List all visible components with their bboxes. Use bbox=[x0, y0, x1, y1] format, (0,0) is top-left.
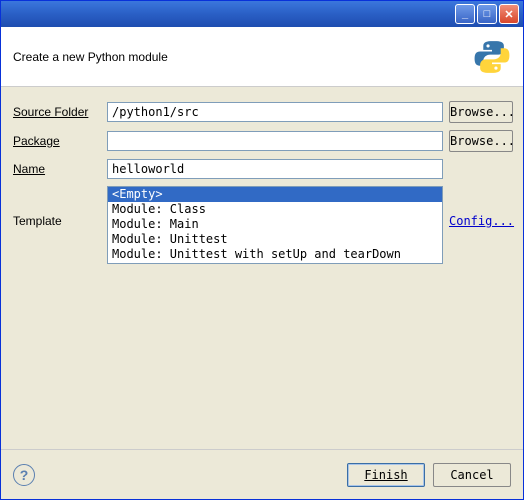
template-label: Template bbox=[13, 186, 107, 228]
package-input[interactable] bbox=[107, 131, 443, 151]
dialog-footer: ? Finish Cancel bbox=[1, 449, 523, 499]
template-item[interactable]: Module: Class bbox=[108, 202, 442, 217]
package-row: Package Browse... bbox=[13, 130, 513, 152]
dialog-subtitle: Create a new Python module bbox=[13, 50, 168, 64]
config-link[interactable]: Config... bbox=[449, 186, 513, 228]
maximize-button[interactable]: □ bbox=[477, 4, 497, 24]
source-folder-label: Source Folder bbox=[13, 105, 107, 119]
finish-button[interactable]: Finish bbox=[347, 463, 425, 487]
titlebar: _ □ ✕ bbox=[1, 1, 523, 27]
source-folder-input[interactable] bbox=[107, 102, 443, 122]
name-label: Name bbox=[13, 162, 107, 176]
source-folder-row: Source Folder Browse... bbox=[13, 101, 513, 123]
form-area: Source Folder Browse... Package Browse..… bbox=[1, 87, 523, 449]
package-label: Package bbox=[13, 134, 107, 148]
name-input[interactable] bbox=[107, 159, 443, 179]
template-item[interactable]: Module: Main bbox=[108, 217, 442, 232]
template-item[interactable]: <Empty> bbox=[108, 187, 442, 202]
name-row: Name bbox=[13, 159, 513, 179]
template-list[interactable]: <Empty>Module: ClassModule: MainModule: … bbox=[107, 186, 443, 264]
template-item[interactable]: Module: Unittest bbox=[108, 232, 442, 247]
template-item[interactable]: Module: Unittest with setUp and tearDown bbox=[108, 247, 442, 262]
cancel-button[interactable]: Cancel bbox=[433, 463, 511, 487]
minimize-button[interactable]: _ bbox=[455, 4, 475, 24]
close-button[interactable]: ✕ bbox=[499, 4, 519, 24]
browse-package-button[interactable]: Browse... bbox=[449, 130, 513, 152]
help-icon[interactable]: ? bbox=[13, 464, 35, 486]
dialog-window: _ □ ✕ Create a new Python module Source … bbox=[0, 0, 524, 500]
python-logo-icon bbox=[473, 38, 511, 76]
template-row: Template <Empty>Module: ClassModule: Mai… bbox=[13, 186, 513, 264]
dialog-header: Create a new Python module bbox=[1, 27, 523, 87]
browse-source-button[interactable]: Browse... bbox=[449, 101, 513, 123]
